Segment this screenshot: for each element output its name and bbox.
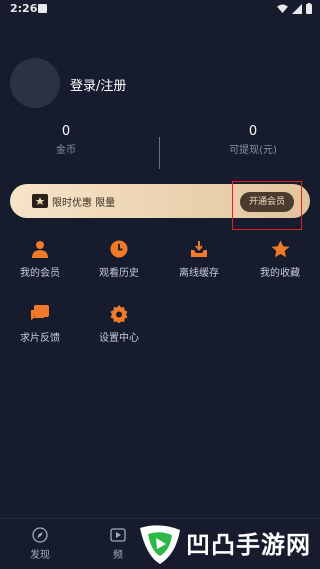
watermark-text: 凹凸手游网	[186, 531, 311, 559]
vip-promo-text: 限时优惠 限量	[52, 198, 116, 209]
withdrawable-stat[interactable]: 0 可提现(元)	[193, 124, 313, 156]
download-icon	[191, 241, 207, 257]
person-icon	[32, 241, 48, 258]
menu-label: 离线缓存	[179, 268, 219, 279]
coins-value: 0	[61, 124, 71, 139]
video-icon	[110, 528, 126, 542]
menu-watch-history[interactable]: 观看历史	[89, 240, 149, 279]
stats-divider	[159, 137, 160, 169]
feedback-icon	[31, 305, 49, 320]
wifi-icon	[277, 4, 288, 13]
status-icons	[277, 3, 312, 14]
menu-my-membership[interactable]: 我的会员	[10, 240, 70, 279]
menu-my-favorites[interactable]: 我的收藏	[250, 240, 310, 279]
menu-request-feedback[interactable]: 求片反馈	[10, 305, 70, 344]
star-icon	[271, 240, 289, 258]
coins-label: 金币	[56, 145, 76, 156]
vip-ticket-icon	[32, 194, 48, 208]
watermark-logo	[140, 525, 180, 564]
menu-label: 设置中心	[99, 333, 139, 344]
nav-label: 发现	[30, 550, 50, 561]
highlight-annotation-box	[232, 181, 302, 230]
avatar[interactable]	[10, 58, 60, 108]
gear-icon	[110, 305, 128, 323]
menu-offline-cache[interactable]: 离线缓存	[169, 240, 229, 279]
login-register-link[interactable]: 登录/注册	[70, 75, 126, 94]
clock-icon	[110, 240, 128, 258]
menu-settings[interactable]: 设置中心	[89, 305, 149, 344]
site-watermark: 凹凸手游网	[134, 517, 314, 567]
menu-label: 我的会员	[20, 268, 60, 279]
status-time: 2:26	[10, 2, 38, 15]
signal-icon	[292, 3, 302, 14]
withdrawable-value: 0	[248, 124, 258, 139]
status-bar: 2:26	[0, 0, 320, 18]
compass-icon	[32, 527, 48, 543]
notification-icon	[38, 4, 47, 13]
menu-label: 求片反馈	[20, 333, 60, 344]
nav-discover[interactable]: 发现	[10, 527, 70, 561]
menu-label: 观看历史	[99, 268, 139, 279]
withdrawable-label: 可提现(元)	[229, 145, 277, 156]
coins-stat[interactable]: 0 金币	[6, 124, 126, 156]
menu-label: 我的收藏	[260, 268, 300, 279]
battery-icon	[306, 3, 312, 14]
